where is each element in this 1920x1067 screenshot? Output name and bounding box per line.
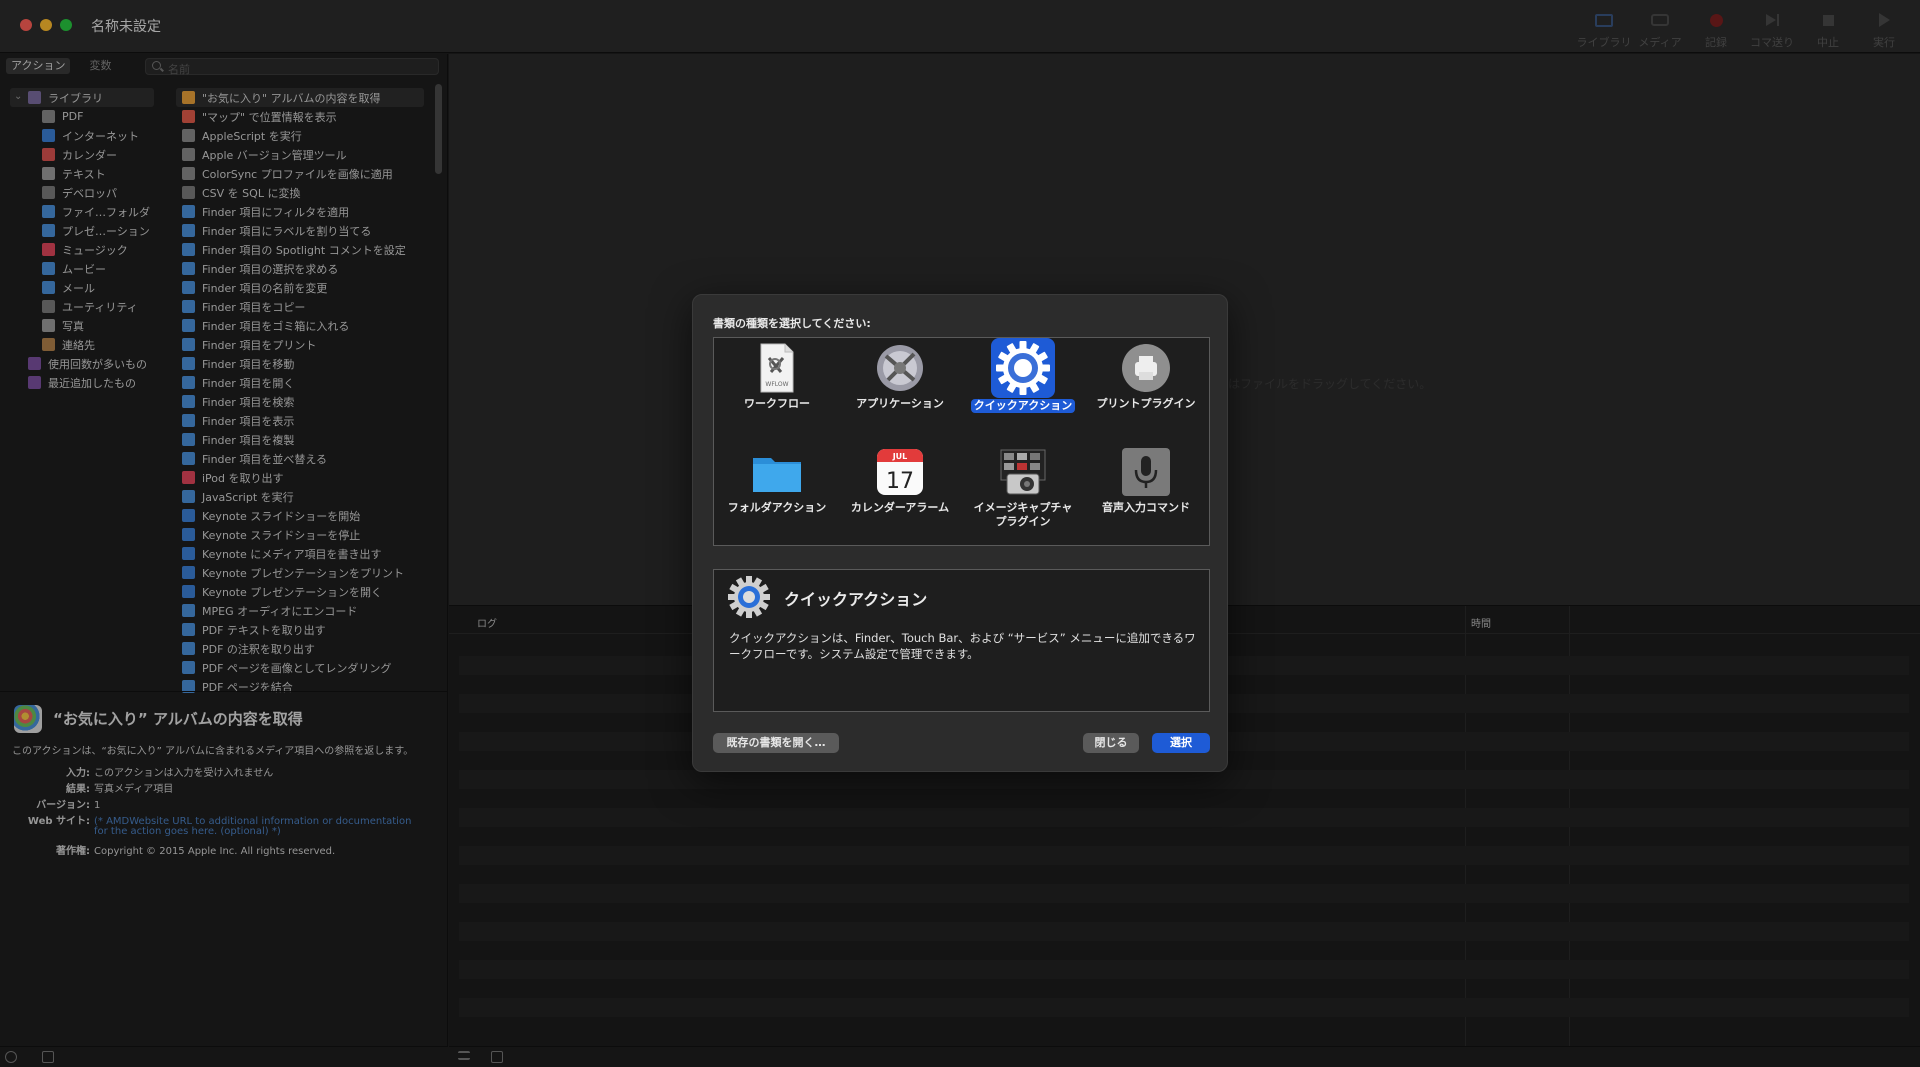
open-existing-button[interactable]: 既存の書類を開く… [713,733,839,753]
microphone-icon [1120,446,1172,498]
type-print-plugin[interactable]: プリントプラグイン [1087,342,1205,411]
close-button[interactable]: 閉じる [1083,733,1139,753]
application-robot-icon [874,342,926,394]
type-dictation-command[interactable]: 音声入力コマンド [1087,446,1205,515]
info-text: クイックアクションは、Finder、Touch Bar、および “サービス” メ… [729,631,1196,661]
gear-icon [991,338,1055,398]
type-folder-action[interactable]: フォルダアクション [718,446,836,515]
calendar-day: 17 [886,469,914,494]
camera-icon [997,446,1049,498]
type-calendar-alarm[interactable]: JUL 17 カレンダーアラーム [841,446,959,515]
document-type-grid: WFLOW ワークフロー アプリケーション クイックアクション プリントプラグイ… [713,337,1210,546]
gear-icon [724,572,774,625]
type-workflow[interactable]: WFLOW ワークフロー [718,342,836,411]
folder-icon [751,446,803,498]
dialog-prompt: 書類の種類を選択してください: [713,317,871,330]
calendar-month: JUL [892,452,908,461]
printer-icon [1120,342,1172,394]
type-quick-action[interactable]: クイックアクション [964,338,1082,413]
type-application[interactable]: アプリケーション [841,342,959,411]
workflow-document-icon: WFLOW [751,342,803,394]
document-type-dialog: 書類の種類を選択してください: WFLOW ワークフロー アプリケーション クイ… [692,294,1228,772]
calendar-icon: JUL 17 [874,446,926,498]
info-title: クイックアクション [784,590,928,609]
svg-text:WFLOW: WFLOW [765,381,788,388]
type-image-capture-plugin[interactable]: イメージキャプチャ プラグイン [964,446,1082,529]
choose-button[interactable]: 選択 [1152,733,1210,753]
type-info-box: クイックアクション クイックアクションは、Finder、Touch Bar、およ… [713,569,1210,712]
